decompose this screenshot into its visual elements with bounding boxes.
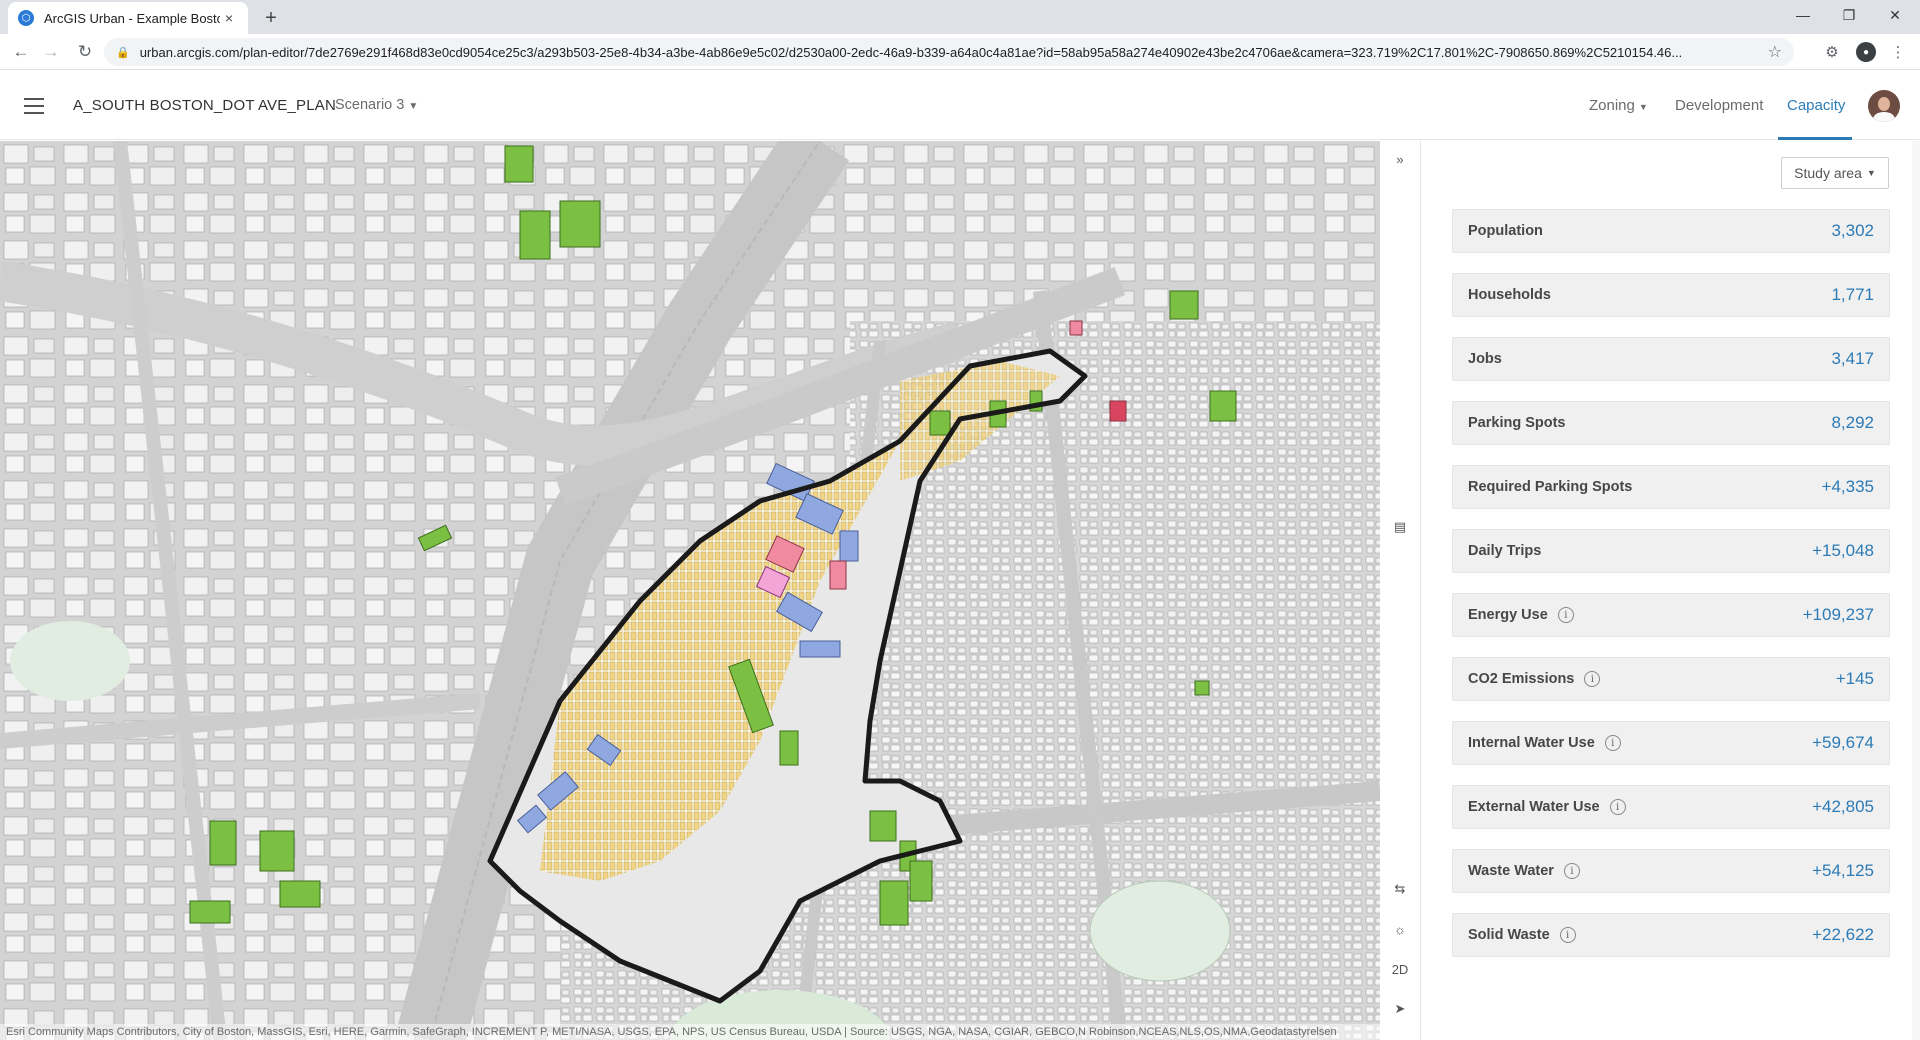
tab-close-icon[interactable]: × (220, 10, 238, 26)
map-attribution[interactable]: Esri Community Maps Contributors, City o… (0, 1024, 1380, 1040)
study-area-label: Study area (1794, 165, 1862, 181)
reload-icon[interactable]: ↻ (72, 40, 98, 64)
info-icon[interactable]: i (1563, 863, 1580, 879)
metric-label: External Water Use (1468, 799, 1600, 815)
extensions-icon[interactable]: ⚙ (1822, 42, 1842, 62)
metric-label: CO2 Emissions (1468, 671, 1575, 687)
metric-label: Households (1468, 287, 1551, 303)
minimize-icon[interactable]: — (1780, 0, 1826, 30)
metric-row[interactable]: Households 1,771 (1452, 273, 1890, 317)
metric-row[interactable]: Solid Waste i +22,622 (1452, 913, 1890, 957)
metric-row[interactable]: Jobs 3,417 (1452, 337, 1890, 381)
scenario-label: Scenario 3 (335, 97, 405, 113)
metric-row[interactable]: CO2 Emissions i +145 (1452, 657, 1890, 701)
arcgis-favicon-icon: ⬡ (18, 10, 34, 26)
metric-row[interactable]: Energy Use i +109,237 (1452, 593, 1890, 637)
browser-menu-icon[interactable]: ⋮ (1888, 42, 1908, 62)
browser-toolbar: ← → ↻ 🔒 urban.arcgis.com/plan-editor/7de… (0, 34, 1920, 70)
chevron-down-icon: ▼ (1638, 102, 1648, 112)
metric-value: +54,125 (1812, 861, 1874, 880)
compare-icon[interactable]: ▤ (1388, 515, 1412, 539)
metric-value: +42,805 (1812, 797, 1874, 816)
tab-zoning-label: Zoning (1589, 97, 1635, 114)
new-tab-button[interactable]: + (258, 5, 284, 31)
metric-row[interactable]: Parking Spots 8,292 (1452, 401, 1890, 445)
plan-title: A_SOUTH BOSTON_DOT AVE_PLAN (73, 97, 336, 114)
metric-label: Daily Trips (1468, 543, 1542, 559)
metric-label: Parking Spots (1468, 415, 1566, 431)
metric-value: +145 (1835, 669, 1874, 688)
info-icon[interactable]: i (1604, 735, 1621, 751)
metrics-list: Population 3,302 Households 1,771 Jobs 3,417 P… (1452, 209, 1890, 977)
browser-tabstrip: ⬡ ArcGIS Urban - Example Boston, × + — ❐… (0, 0, 1920, 34)
map-view[interactable]: Esri Community Maps Contributors, City o… (0, 141, 1380, 1040)
metric-value: 3,302 (1831, 221, 1874, 240)
address-bar[interactable]: 🔒 urban.arcgis.com/plan-editor/7de2769e2… (104, 38, 1794, 66)
metric-value: 1,771 (1831, 285, 1874, 304)
metric-row[interactable]: Internal Water Use i +59,674 (1452, 721, 1890, 765)
metric-row[interactable]: Daily Trips +15,048 (1452, 529, 1890, 573)
metric-value: 8,292 (1831, 413, 1874, 432)
tab-development[interactable]: Development (1675, 97, 1763, 114)
metric-row[interactable]: External Water Use i +42,805 (1452, 785, 1890, 829)
tab-zoning[interactable]: Zoning ▼ (1589, 97, 1648, 114)
info-icon[interactable]: i (1609, 799, 1626, 815)
lock-icon: 🔒 (116, 46, 130, 59)
star-icon[interactable]: ☆ (1768, 42, 1782, 62)
url-text[interactable]: urban.arcgis.com/plan-editor/7de2769e291… (140, 45, 1760, 60)
metric-label: Energy Use (1468, 607, 1548, 623)
avatar[interactable] (1868, 90, 1900, 122)
browser-tab[interactable]: ⬡ ArcGIS Urban - Example Boston, × (8, 2, 248, 34)
metric-row[interactable]: Population 3,302 (1452, 209, 1890, 253)
forward-icon[interactable]: → (38, 40, 64, 64)
metric-value: +22,622 (1812, 925, 1874, 944)
info-icon[interactable]: i (1559, 927, 1576, 943)
metric-label: Internal Water Use (1468, 735, 1595, 751)
metric-row[interactable]: Waste Water i +54,125 (1452, 849, 1890, 893)
capacity-panel: Study area ▼ Population 3,302 Households 1,7… (1420, 141, 1920, 1040)
metric-row[interactable]: Required Parking Spots +4,335 (1452, 465, 1890, 509)
metric-label: Required Parking Spots (1468, 479, 1633, 495)
tab-capacity[interactable]: Capacity (1787, 97, 1845, 114)
metric-label: Jobs (1468, 351, 1502, 367)
metric-value: +15,048 (1812, 541, 1874, 560)
back-icon[interactable]: ← (8, 40, 34, 64)
metric-value: +109,237 (1802, 605, 1874, 624)
metric-label: Waste Water (1468, 863, 1554, 879)
window-close-icon[interactable]: ✕ (1872, 0, 1918, 30)
study-area-dropdown[interactable]: Study area ▼ (1781, 157, 1889, 189)
map-scene[interactable] (0, 141, 1380, 1040)
tab-title: ArcGIS Urban - Example Boston, (44, 10, 220, 26)
panel-scrollbar[interactable] (1912, 141, 1920, 1040)
measure-icon[interactable]: ⇆ (1388, 877, 1412, 901)
metric-label: Solid Waste (1468, 927, 1550, 943)
metric-value: 3,417 (1831, 349, 1874, 368)
metric-label: Population (1468, 223, 1543, 239)
scenario-dropdown[interactable]: Scenario 3 ▼ (335, 97, 418, 113)
view-2d-toggle[interactable]: 2D (1388, 957, 1412, 981)
map-tool-rail: » ▤ ⇆ ☼ 2D ➤ (1380, 141, 1420, 1040)
metric-value: +4,335 (1821, 477, 1874, 496)
chevron-down-icon: ▼ (1866, 168, 1876, 178)
daylight-icon[interactable]: ☼ (1388, 917, 1412, 941)
info-icon[interactable]: i (1557, 607, 1574, 623)
hamburger-menu-icon[interactable] (24, 98, 44, 114)
active-tab-indicator (1778, 137, 1852, 140)
chevron-down-icon: ▼ (408, 101, 419, 112)
info-icon[interactable]: i (1584, 671, 1601, 687)
metric-value: +59,674 (1812, 733, 1874, 752)
restore-icon[interactable]: ❐ (1826, 0, 1872, 30)
collapse-panel-icon[interactable]: » (1388, 147, 1412, 171)
navigation-icon[interactable]: ➤ (1388, 997, 1412, 1021)
app-header: A_SOUTH BOSTON_DOT AVE_PLAN Scenario 3 ▼ … (0, 70, 1920, 140)
profile-icon[interactable]: ● (1856, 42, 1876, 62)
